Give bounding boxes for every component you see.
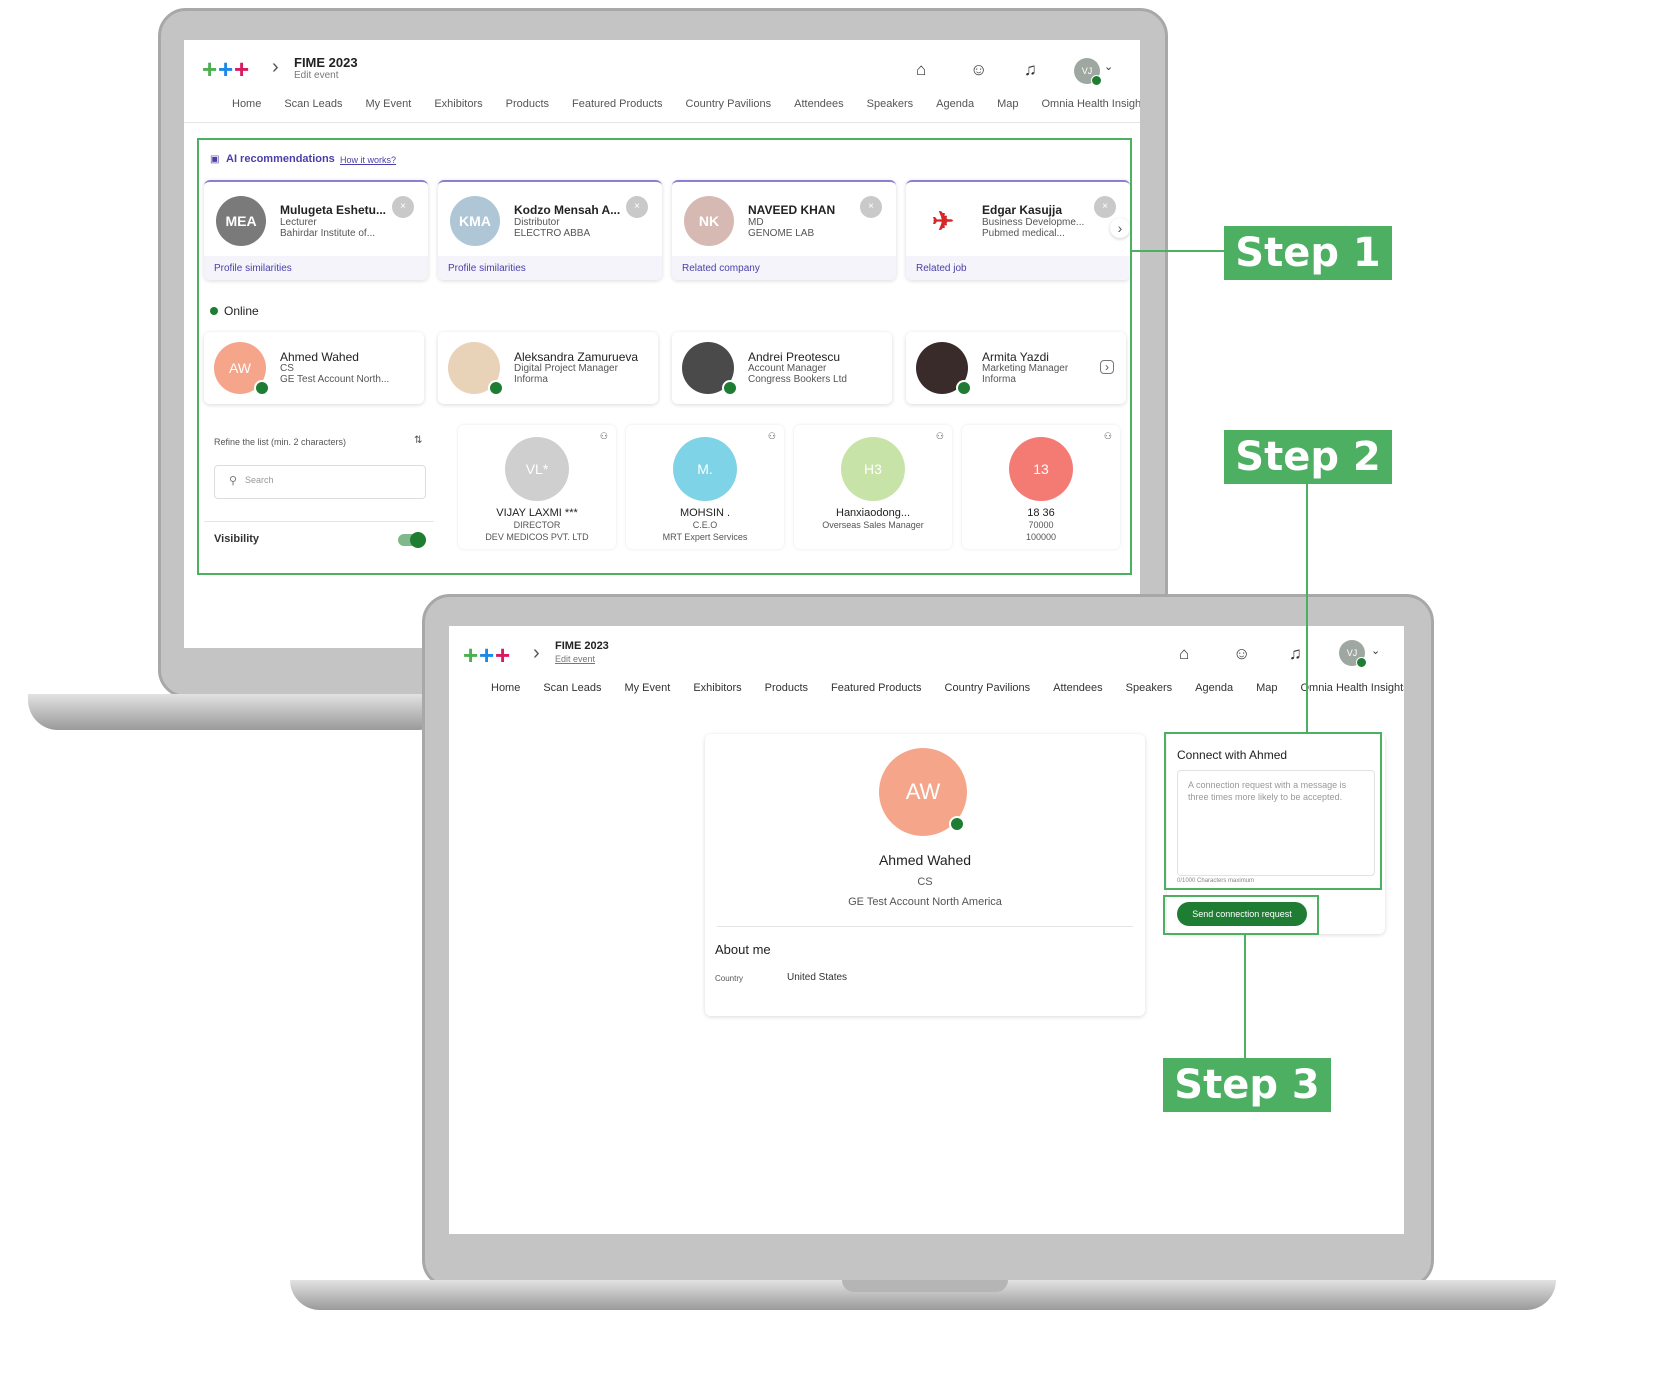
chat-icon[interactable]: ☺	[1233, 644, 1250, 664]
chevron-down-icon[interactable]: ⌄	[1371, 644, 1380, 657]
laptop-front-notch	[842, 1280, 1008, 1292]
chevron-right-icon: ›	[272, 56, 279, 78]
nav-item-exhibitors[interactable]: Exhibitors	[693, 682, 741, 694]
chat-icon[interactable]: ☺	[970, 60, 987, 80]
nav-item-scan-leads[interactable]: Scan Leads	[284, 98, 342, 110]
nav-item-map[interactable]: Map	[1256, 682, 1277, 694]
profile-role: CS	[917, 876, 933, 888]
brand-logo[interactable]: + + +	[463, 640, 523, 670]
chevron-right-icon: ›	[533, 642, 540, 664]
step1-label: Step 1	[1224, 226, 1392, 280]
nav-item-scan-leads[interactable]: Scan Leads	[543, 682, 601, 694]
event-title: FIME 2023	[555, 640, 609, 652]
nav-item-featured-products[interactable]: Featured Products	[831, 682, 922, 694]
brand-logo[interactable]: + + +	[202, 54, 262, 84]
divider	[717, 926, 1133, 927]
nav-item-speakers[interactable]: Speakers	[1126, 682, 1172, 694]
nav-item-products[interactable]: Products	[506, 98, 549, 110]
main-nav: Home Scan Leads My Event Exhibitors Products…	[491, 682, 1404, 694]
header-divider	[184, 122, 1140, 123]
country-value: United States	[787, 972, 848, 983]
bell-icon[interactable]: ♫	[1289, 644, 1302, 664]
profile-card: AW Ahmed Wahed CS GE Test Account North …	[705, 734, 1145, 1016]
step2-highlight	[1164, 732, 1382, 890]
main-nav: Home Scan Leads My Event Exhibitors Products…	[232, 98, 1140, 110]
bell-icon[interactable]: ♫	[1024, 60, 1037, 80]
event-title: FIME 2023	[294, 55, 358, 70]
edit-event-link[interactable]: Edit event	[555, 654, 595, 664]
step3-highlight	[1163, 895, 1319, 935]
nav-item-my-event[interactable]: My Event	[624, 682, 670, 694]
nav-item-featured-products[interactable]: Featured Products	[572, 98, 663, 110]
user-avatar[interactable]: VJ	[1074, 58, 1102, 86]
nav-item-omnia-health-insights[interactable]: Omnia Health Insights	[1042, 98, 1141, 110]
laptop-back-base	[28, 694, 448, 730]
online-indicator	[949, 816, 965, 832]
user-avatar[interactable]: VJ	[1339, 640, 1367, 668]
nav-item-products[interactable]: Products	[765, 682, 808, 694]
nav-item-map[interactable]: Map	[997, 98, 1018, 110]
nav-item-attendees[interactable]: Attendees	[794, 98, 844, 110]
profile-avatar: AW	[879, 748, 967, 836]
step3-connector	[1244, 934, 1246, 1058]
nav-item-country-pavilions[interactable]: Country Pavilions	[686, 98, 772, 110]
step1-highlight	[197, 138, 1132, 575]
home-icon[interactable]: ⌂	[916, 60, 926, 80]
nav-item-agenda[interactable]: Agenda	[1195, 682, 1233, 694]
about-heading: About me	[715, 942, 771, 957]
nav-item-home[interactable]: Home	[232, 98, 261, 110]
step2-label: Step 2	[1224, 430, 1392, 484]
edit-event-link[interactable]: Edit event	[294, 70, 338, 81]
nav-item-exhibitors[interactable]: Exhibitors	[434, 98, 482, 110]
home-icon[interactable]: ⌂	[1179, 644, 1189, 664]
step3-label: Step 3	[1163, 1058, 1331, 1112]
nav-item-speakers[interactable]: Speakers	[867, 98, 913, 110]
nav-item-omnia-health-insights[interactable]: Omnia Health Insights	[1301, 682, 1405, 694]
nav-item-country-pavilions[interactable]: Country Pavilions	[945, 682, 1031, 694]
profile-name: Ahmed Wahed	[878, 852, 972, 868]
step2-connector	[1306, 484, 1308, 734]
nav-item-my-event[interactable]: My Event	[365, 98, 411, 110]
country-label: Country	[715, 974, 744, 983]
nav-item-attendees[interactable]: Attendees	[1053, 682, 1103, 694]
nav-item-home[interactable]: Home	[491, 682, 520, 694]
step1-connector	[1132, 250, 1225, 252]
nav-item-agenda[interactable]: Agenda	[936, 98, 974, 110]
chevron-down-icon[interactable]: ⌄	[1104, 60, 1113, 73]
profile-company: GE Test Account North America	[848, 896, 1002, 908]
